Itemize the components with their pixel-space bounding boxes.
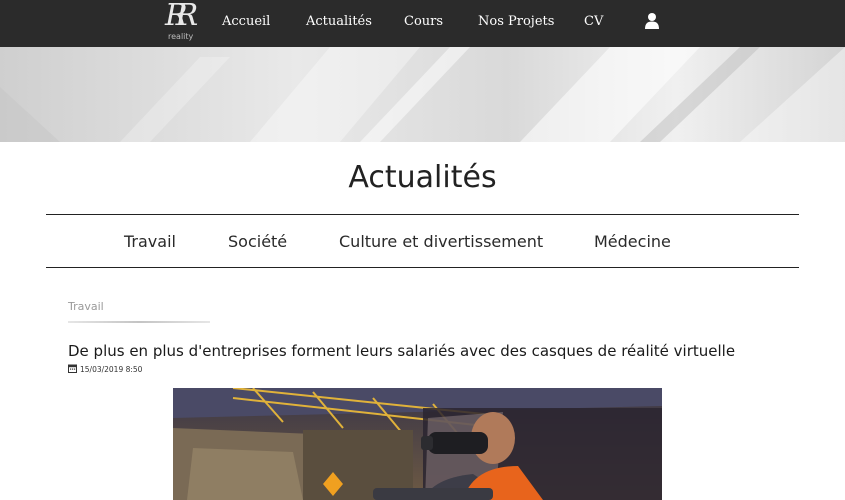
category-societe[interactable]: Société <box>228 232 287 251</box>
nav-item-nos-projets[interactable]: Nos Projets <box>478 14 554 29</box>
logo[interactable]: RR reality <box>163 0 199 44</box>
article-image[interactable] <box>173 388 662 500</box>
vr-headset-photo <box>173 388 662 500</box>
top-navbar: RR reality Accueil Actualités Cours Nos … <box>0 0 845 47</box>
calendar-icon <box>68 364 77 373</box>
nav-item-cours[interactable]: Cours <box>404 14 443 29</box>
hero-banner <box>0 47 845 142</box>
article-date-row: 15/03/2019 8:50 <box>68 364 142 374</box>
hero-pattern <box>0 47 845 142</box>
nav-item-accueil[interactable]: Accueil <box>222 14 270 29</box>
logo-mark: RR <box>165 0 198 33</box>
logo-text: reality <box>168 32 194 41</box>
divider-bottom <box>46 267 799 268</box>
nav-item-cv[interactable]: CV <box>584 14 603 29</box>
article-category[interactable]: Travail <box>68 300 104 313</box>
user-icon[interactable] <box>644 12 660 29</box>
article-title[interactable]: De plus en plus d'entreprises forment le… <box>68 342 735 360</box>
category-travail[interactable]: Travail <box>124 232 176 251</box>
article-category-underline <box>68 321 210 323</box>
category-medecine[interactable]: Médecine <box>594 232 671 251</box>
category-culture[interactable]: Culture et divertissement <box>339 232 543 251</box>
nav-item-actualites[interactable]: Actualités <box>306 14 372 29</box>
page-title: Actualités <box>348 160 497 195</box>
article-date: 15/03/2019 8:50 <box>80 365 143 374</box>
divider-top <box>46 214 799 215</box>
